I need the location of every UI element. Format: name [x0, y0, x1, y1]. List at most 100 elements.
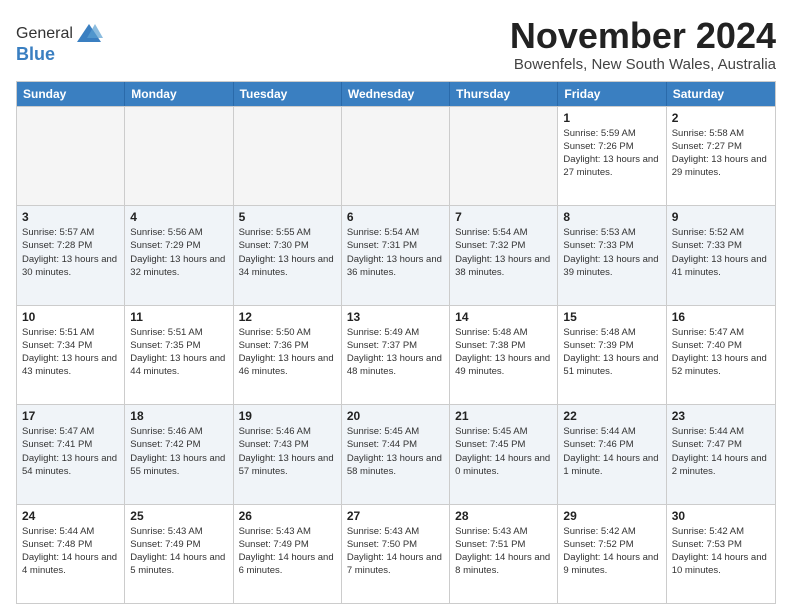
cal-cell-0-6: 2 Sunrise: 5:58 AMSunset: 7:27 PMDayligh… [667, 107, 775, 205]
day-number: 14 [455, 310, 552, 324]
cal-cell-2-0: 10 Sunrise: 5:51 AMSunset: 7:34 PMDaylig… [17, 306, 125, 404]
day-number: 27 [347, 509, 444, 523]
weekday-monday: Monday [125, 82, 233, 106]
day-info: Sunrise: 5:43 AMSunset: 7:49 PMDaylight:… [130, 525, 227, 578]
day-info: Sunrise: 5:56 AMSunset: 7:29 PMDaylight:… [130, 226, 227, 279]
day-info: Sunrise: 5:50 AMSunset: 7:36 PMDaylight:… [239, 326, 336, 379]
day-info: Sunrise: 5:58 AMSunset: 7:27 PMDaylight:… [672, 127, 770, 180]
cal-cell-4-6: 30 Sunrise: 5:42 AMSunset: 7:53 PMDaylig… [667, 505, 775, 603]
day-number: 9 [672, 210, 770, 224]
day-info: Sunrise: 5:44 AMSunset: 7:47 PMDaylight:… [672, 425, 770, 478]
cal-cell-4-4: 28 Sunrise: 5:43 AMSunset: 7:51 PMDaylig… [450, 505, 558, 603]
weekday-saturday: Saturday [667, 82, 775, 106]
cal-cell-3-3: 20 Sunrise: 5:45 AMSunset: 7:44 PMDaylig… [342, 405, 450, 503]
day-number: 26 [239, 509, 336, 523]
cal-cell-3-5: 22 Sunrise: 5:44 AMSunset: 7:46 PMDaylig… [558, 405, 666, 503]
day-info: Sunrise: 5:57 AMSunset: 7:28 PMDaylight:… [22, 226, 119, 279]
week-row-3: 17 Sunrise: 5:47 AMSunset: 7:41 PMDaylig… [17, 404, 775, 503]
day-number: 17 [22, 409, 119, 423]
day-info: Sunrise: 5:46 AMSunset: 7:42 PMDaylight:… [130, 425, 227, 478]
day-number: 21 [455, 409, 552, 423]
day-info: Sunrise: 5:48 AMSunset: 7:39 PMDaylight:… [563, 326, 660, 379]
day-number: 22 [563, 409, 660, 423]
logo-icon [75, 20, 103, 48]
weekday-friday: Friday [558, 82, 666, 106]
week-row-1: 3 Sunrise: 5:57 AMSunset: 7:28 PMDayligh… [17, 205, 775, 304]
header: General Blue November 2024 Bowenfels, Ne… [16, 16, 776, 73]
day-number: 30 [672, 509, 770, 523]
weekday-sunday: Sunday [17, 82, 125, 106]
day-info: Sunrise: 5:54 AMSunset: 7:32 PMDaylight:… [455, 226, 552, 279]
day-info: Sunrise: 5:45 AMSunset: 7:45 PMDaylight:… [455, 425, 552, 478]
calendar: Sunday Monday Tuesday Wednesday Thursday… [16, 81, 776, 604]
day-info: Sunrise: 5:45 AMSunset: 7:44 PMDaylight:… [347, 425, 444, 478]
day-number: 20 [347, 409, 444, 423]
day-number: 12 [239, 310, 336, 324]
calendar-header: Sunday Monday Tuesday Wednesday Thursday… [17, 82, 775, 106]
day-info: Sunrise: 5:55 AMSunset: 7:30 PMDaylight:… [239, 226, 336, 279]
weekday-wednesday: Wednesday [342, 82, 450, 106]
cal-cell-4-1: 25 Sunrise: 5:43 AMSunset: 7:49 PMDaylig… [125, 505, 233, 603]
cal-cell-4-5: 29 Sunrise: 5:42 AMSunset: 7:52 PMDaylig… [558, 505, 666, 603]
day-info: Sunrise: 5:42 AMSunset: 7:53 PMDaylight:… [672, 525, 770, 578]
day-number: 24 [22, 509, 119, 523]
cal-cell-2-1: 11 Sunrise: 5:51 AMSunset: 7:35 PMDaylig… [125, 306, 233, 404]
cal-cell-0-2 [234, 107, 342, 205]
logo-general-text: General [16, 25, 73, 43]
cal-cell-1-0: 3 Sunrise: 5:57 AMSunset: 7:28 PMDayligh… [17, 206, 125, 304]
day-info: Sunrise: 5:51 AMSunset: 7:34 PMDaylight:… [22, 326, 119, 379]
cal-cell-3-4: 21 Sunrise: 5:45 AMSunset: 7:45 PMDaylig… [450, 405, 558, 503]
day-info: Sunrise: 5:47 AMSunset: 7:40 PMDaylight:… [672, 326, 770, 379]
day-number: 10 [22, 310, 119, 324]
cal-cell-1-6: 9 Sunrise: 5:52 AMSunset: 7:33 PMDayligh… [667, 206, 775, 304]
day-number: 25 [130, 509, 227, 523]
cal-cell-1-3: 6 Sunrise: 5:54 AMSunset: 7:31 PMDayligh… [342, 206, 450, 304]
cal-cell-1-4: 7 Sunrise: 5:54 AMSunset: 7:32 PMDayligh… [450, 206, 558, 304]
week-row-0: 1 Sunrise: 5:59 AMSunset: 7:26 PMDayligh… [17, 106, 775, 205]
cal-cell-2-6: 16 Sunrise: 5:47 AMSunset: 7:40 PMDaylig… [667, 306, 775, 404]
cal-cell-0-0 [17, 107, 125, 205]
cal-cell-4-0: 24 Sunrise: 5:44 AMSunset: 7:48 PMDaylig… [17, 505, 125, 603]
calendar-body: 1 Sunrise: 5:59 AMSunset: 7:26 PMDayligh… [17, 106, 775, 603]
cal-cell-2-2: 12 Sunrise: 5:50 AMSunset: 7:36 PMDaylig… [234, 306, 342, 404]
day-info: Sunrise: 5:49 AMSunset: 7:37 PMDaylight:… [347, 326, 444, 379]
cal-cell-2-4: 14 Sunrise: 5:48 AMSunset: 7:38 PMDaylig… [450, 306, 558, 404]
cal-cell-4-3: 27 Sunrise: 5:43 AMSunset: 7:50 PMDaylig… [342, 505, 450, 603]
day-info: Sunrise: 5:43 AMSunset: 7:51 PMDaylight:… [455, 525, 552, 578]
cal-cell-1-1: 4 Sunrise: 5:56 AMSunset: 7:29 PMDayligh… [125, 206, 233, 304]
cal-cell-3-1: 18 Sunrise: 5:46 AMSunset: 7:42 PMDaylig… [125, 405, 233, 503]
day-number: 7 [455, 210, 552, 224]
day-number: 4 [130, 210, 227, 224]
page: General Blue November 2024 Bowenfels, Ne… [0, 0, 792, 612]
day-number: 11 [130, 310, 227, 324]
cal-cell-3-0: 17 Sunrise: 5:47 AMSunset: 7:41 PMDaylig… [17, 405, 125, 503]
weekday-tuesday: Tuesday [234, 82, 342, 106]
cal-cell-0-4 [450, 107, 558, 205]
cal-cell-1-5: 8 Sunrise: 5:53 AMSunset: 7:33 PMDayligh… [558, 206, 666, 304]
day-number: 18 [130, 409, 227, 423]
week-row-4: 24 Sunrise: 5:44 AMSunset: 7:48 PMDaylig… [17, 504, 775, 603]
day-number: 29 [563, 509, 660, 523]
day-info: Sunrise: 5:42 AMSunset: 7:52 PMDaylight:… [563, 525, 660, 578]
day-info: Sunrise: 5:51 AMSunset: 7:35 PMDaylight:… [130, 326, 227, 379]
cal-cell-2-5: 15 Sunrise: 5:48 AMSunset: 7:39 PMDaylig… [558, 306, 666, 404]
cal-cell-0-5: 1 Sunrise: 5:59 AMSunset: 7:26 PMDayligh… [558, 107, 666, 205]
day-info: Sunrise: 5:54 AMSunset: 7:31 PMDaylight:… [347, 226, 444, 279]
day-number: 8 [563, 210, 660, 224]
day-number: 2 [672, 111, 770, 125]
day-info: Sunrise: 5:44 AMSunset: 7:46 PMDaylight:… [563, 425, 660, 478]
day-number: 15 [563, 310, 660, 324]
day-number: 6 [347, 210, 444, 224]
cal-cell-3-6: 23 Sunrise: 5:44 AMSunset: 7:47 PMDaylig… [667, 405, 775, 503]
day-number: 13 [347, 310, 444, 324]
day-info: Sunrise: 5:44 AMSunset: 7:48 PMDaylight:… [22, 525, 119, 578]
day-info: Sunrise: 5:43 AMSunset: 7:50 PMDaylight:… [347, 525, 444, 578]
cal-cell-1-2: 5 Sunrise: 5:55 AMSunset: 7:30 PMDayligh… [234, 206, 342, 304]
cal-cell-3-2: 19 Sunrise: 5:46 AMSunset: 7:43 PMDaylig… [234, 405, 342, 503]
day-number: 28 [455, 509, 552, 523]
day-number: 23 [672, 409, 770, 423]
week-row-2: 10 Sunrise: 5:51 AMSunset: 7:34 PMDaylig… [17, 305, 775, 404]
day-info: Sunrise: 5:43 AMSunset: 7:49 PMDaylight:… [239, 525, 336, 578]
logo: General Blue [16, 20, 103, 65]
cal-cell-0-3 [342, 107, 450, 205]
